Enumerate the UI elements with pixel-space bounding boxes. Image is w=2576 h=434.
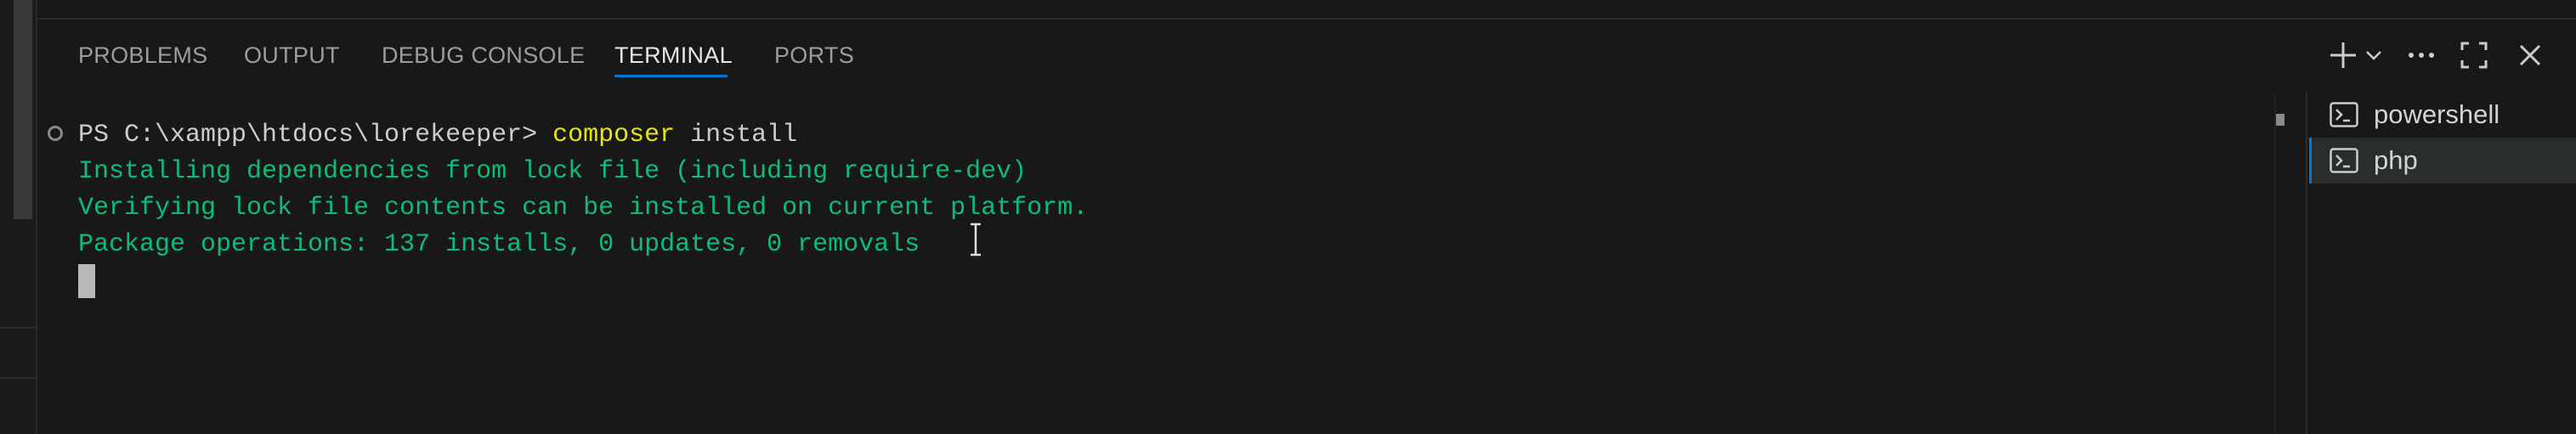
tab-terminal[interactable]: TERMINAL	[614, 41, 733, 71]
output-line: Installing dependencies from lock file (…	[78, 157, 1028, 186]
terminal-panel-window: PROBLEMS OUTPUT DEBUG CONSOLE TERMINAL P…	[0, 0, 2576, 434]
editor-scrollbar[interactable]	[14, 0, 32, 219]
tab-ports[interactable]: PORTS	[774, 41, 854, 71]
terminal-icon	[2330, 148, 2358, 173]
command-text: composer	[552, 121, 676, 149]
argument-text: install	[690, 121, 798, 149]
terminal-output-area[interactable]: PS C:\xampp\htdocs\lorekeeper> composer …	[48, 117, 2257, 414]
output-line: Package operations: 137 installs, 0 upda…	[78, 230, 920, 259]
tab-output[interactable]: OUTPUT	[244, 41, 340, 71]
tab-debug-console[interactable]: DEBUG CONSOLE	[382, 41, 585, 71]
prompt-text: PS C:\xampp\htdocs\lorekeeper>	[78, 121, 538, 149]
active-tab-indicator	[614, 75, 728, 77]
divider	[0, 327, 36, 329]
terminal-list-label: php	[2374, 145, 2418, 175]
divider	[0, 377, 36, 379]
plus-icon[interactable]	[2324, 36, 2363, 75]
command-line: PS C:\xampp\htdocs\lorekeeper> composer …	[78, 117, 797, 153]
terminal-icon	[2330, 102, 2358, 127]
terminal-scrollbar-track	[2274, 93, 2276, 434]
terminal-list-item-powershell[interactable]: powershell	[2309, 92, 2576, 138]
command-decoration-icon[interactable]	[48, 126, 63, 141]
maximize-icon[interactable]	[2454, 36, 2494, 75]
terminal-cursor	[78, 264, 95, 298]
activity-strip	[0, 0, 37, 434]
more-icon[interactable]	[2402, 36, 2441, 75]
output-line: Verifying lock file contents can be inst…	[78, 194, 1089, 223]
panel-top-border	[36, 18, 2576, 20]
terminal-scrollbar[interactable]	[2276, 114, 2284, 126]
close-icon[interactable]	[2511, 36, 2550, 75]
tab-problems[interactable]: PROBLEMS	[78, 41, 207, 71]
terminal-list: powershell php	[2306, 92, 2576, 434]
chevron-down-icon[interactable]	[2361, 36, 2386, 75]
terminal-list-item-php[interactable]: php	[2309, 138, 2576, 183]
terminal-list-label: powershell	[2374, 99, 2500, 129]
text-cursor-icon	[967, 223, 984, 256]
